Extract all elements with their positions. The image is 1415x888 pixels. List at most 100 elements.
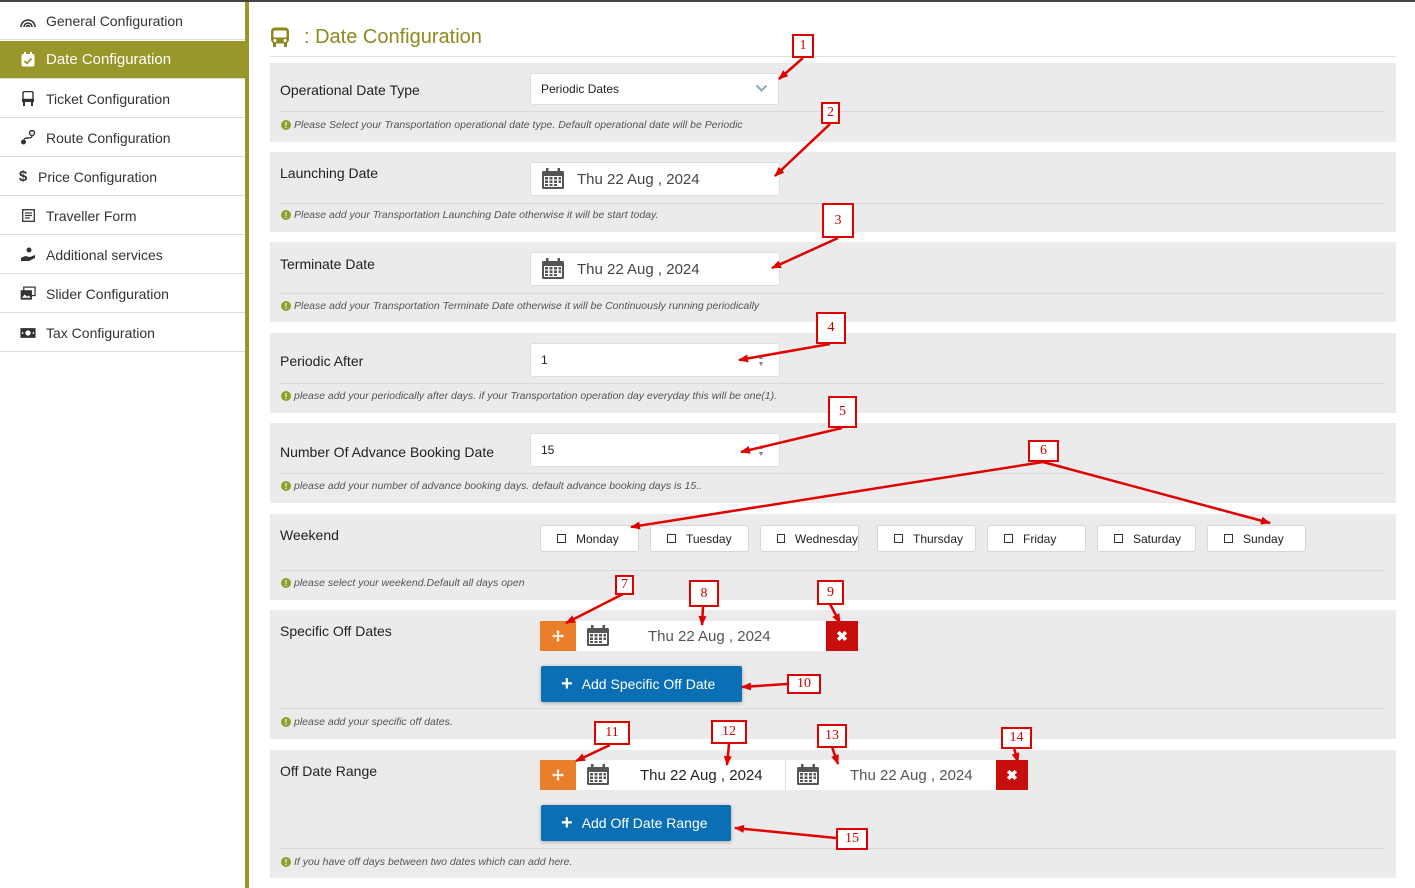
money-icon bbox=[20, 325, 36, 341]
annotation-label: 11 bbox=[594, 721, 630, 745]
checkbox[interactable] bbox=[1004, 534, 1013, 543]
dollar-icon: $ bbox=[18, 168, 28, 185]
sidebar-item-tax-configuration[interactable]: Tax Configuration bbox=[0, 314, 245, 352]
plus-icon: + bbox=[561, 673, 573, 695]
annotation-label: 15 bbox=[836, 828, 868, 850]
info-icon: ! bbox=[281, 481, 291, 491]
help-text: ! please select your weekend.Default all … bbox=[281, 577, 525, 589]
weekend-checkbox-monday[interactable]: Monday bbox=[540, 525, 639, 552]
off-date-range-row: Off Date Range Thu 22 Aug , 2024 Thu 22 … bbox=[270, 750, 1396, 878]
help-text-content: please select your weekend.Default all d… bbox=[294, 577, 525, 589]
advance-booking-input[interactable]: 15 ▲ ▼ bbox=[530, 433, 780, 467]
annotation-label: 4 bbox=[816, 312, 846, 344]
sidebar-item-route-configuration[interactable]: Route Configuration bbox=[0, 119, 245, 157]
day-label: Saturday bbox=[1133, 531, 1182, 546]
checkbox[interactable] bbox=[894, 534, 903, 543]
calendar-check-icon bbox=[20, 52, 36, 68]
weekend-checkbox-tuesday[interactable]: Tuesday bbox=[650, 525, 749, 552]
add-off-date-range-button[interactable]: + Add Off Date Range bbox=[541, 805, 731, 841]
off-range-end-value: Thu 22 Aug , 2024 bbox=[850, 766, 973, 784]
calendar-icon bbox=[797, 764, 819, 785]
launching-date-label: Launching Date bbox=[280, 165, 379, 181]
sidebar-item-general-configuration[interactable]: General Configuration bbox=[0, 2, 245, 40]
operational-date-type-select[interactable]: Periodic Dates bbox=[530, 73, 779, 105]
service-hand-icon bbox=[20, 247, 36, 263]
day-label: Monday bbox=[576, 531, 619, 546]
operational-date-type-value: Periodic Dates bbox=[541, 82, 620, 96]
checkbox[interactable] bbox=[777, 534, 785, 543]
sidebar: General Configuration Date Configuration… bbox=[0, 2, 245, 888]
info-icon: ! bbox=[281, 210, 291, 220]
annotation-label: 1 bbox=[792, 34, 814, 58]
weekend-checkbox-saturday[interactable]: Saturday bbox=[1097, 525, 1196, 552]
row-divider bbox=[280, 570, 1385, 571]
annotation-label: 12 bbox=[711, 720, 747, 744]
off-range-end-date-input[interactable]: Thu 22 Aug , 2024 bbox=[786, 760, 996, 790]
number-spinner[interactable]: ▲ ▼ bbox=[755, 354, 767, 368]
delete-button[interactable]: ✖ bbox=[826, 621, 858, 651]
sidebar-item-traveller-form[interactable]: Traveller Form bbox=[0, 197, 245, 235]
sidebar-item-price-configuration[interactable]: $ Price Configuration bbox=[0, 158, 245, 196]
help-text-content: Please add your Transportation Terminate… bbox=[294, 300, 760, 312]
help-text-content: Please add your Transportation Launching… bbox=[294, 209, 659, 221]
route-icon bbox=[20, 130, 36, 146]
calendar-icon bbox=[587, 764, 609, 785]
help-text: ! please add your specific off dates. bbox=[281, 716, 453, 728]
rainbow-icon bbox=[20, 13, 36, 29]
help-text: ! If you have off days between two dates … bbox=[281, 856, 572, 868]
terminate-date-input[interactable]: Thu 22 Aug , 2024 bbox=[530, 252, 780, 286]
sidebar-item-ticket-configuration[interactable]: Ticket Configuration bbox=[0, 80, 245, 118]
move-arrows-icon bbox=[552, 769, 564, 781]
help-text-content: If you have off days between two dates w… bbox=[294, 856, 573, 868]
checkbox[interactable] bbox=[1224, 534, 1233, 543]
help-text: ! Please add your Transportation Launchin… bbox=[281, 209, 658, 221]
plus-icon: + bbox=[561, 812, 573, 834]
help-text-content: Please Select your Transportation operat… bbox=[294, 119, 743, 131]
add-specific-off-date-button[interactable]: + Add Specific Off Date bbox=[541, 666, 742, 702]
annotation-label: 13 bbox=[817, 724, 847, 748]
periodic-after-input[interactable]: 1 ▲ ▼ bbox=[530, 343, 780, 377]
annotation-label: 6 bbox=[1028, 440, 1059, 462]
weekend-checkbox-sunday[interactable]: Sunday bbox=[1207, 525, 1306, 552]
checkbox[interactable] bbox=[557, 534, 566, 543]
info-icon: ! bbox=[281, 301, 291, 311]
info-icon: ! bbox=[281, 120, 291, 130]
sidebar-item-date-configuration[interactable]: Date Configuration bbox=[0, 41, 245, 79]
sidebar-item-slider-configuration[interactable]: Slider Configuration bbox=[0, 275, 245, 313]
day-label: Wednesday bbox=[794, 531, 858, 546]
drag-handle-button[interactable] bbox=[540, 621, 576, 651]
number-spinner[interactable]: ▲ ▼ bbox=[755, 444, 767, 458]
day-label: Thursday bbox=[913, 531, 964, 546]
checkbox[interactable] bbox=[667, 534, 676, 543]
help-text: ! please add your number of advance booki… bbox=[281, 480, 702, 492]
annotation-label: 8 bbox=[689, 580, 719, 607]
move-arrows-icon bbox=[552, 630, 564, 642]
advance-booking-value: 15 bbox=[541, 443, 555, 457]
delete-button[interactable]: ✖ bbox=[996, 760, 1028, 790]
page-title: : Date Configuration bbox=[270, 26, 482, 49]
help-text: ! please add your periodically after days… bbox=[281, 390, 777, 402]
advance-booking-label: Number Of Advance Booking Date bbox=[280, 444, 495, 460]
sidebar-item-label: General Configuration bbox=[46, 12, 183, 29]
launching-date-input[interactable]: Thu 22 Aug , 2024 bbox=[530, 162, 780, 196]
weekend-checkbox-friday[interactable]: Friday bbox=[987, 525, 1086, 552]
off-range-start-value: Thu 22 Aug , 2024 bbox=[640, 766, 763, 784]
row-divider bbox=[280, 473, 1385, 474]
button-label: Add Specific Off Date bbox=[581, 676, 716, 692]
periodic-after-label: Periodic After bbox=[280, 353, 364, 369]
drag-handle-button[interactable] bbox=[540, 760, 576, 790]
calendar-icon bbox=[542, 168, 564, 189]
images-icon bbox=[20, 286, 36, 302]
specific-off-date-input[interactable]: Thu 22 Aug , 2024 bbox=[576, 621, 826, 651]
terminate-date-label: Terminate Date bbox=[280, 256, 375, 272]
sidebar-item-label: Tax Configuration bbox=[46, 324, 155, 341]
launching-date-value: Thu 22 Aug , 2024 bbox=[577, 170, 700, 188]
sidebar-item-additional-services[interactable]: Additional services bbox=[0, 236, 245, 274]
weekend-checkbox-thursday[interactable]: Thursday bbox=[877, 525, 976, 552]
checkbox[interactable] bbox=[1114, 534, 1123, 543]
terminate-date-row: Terminate Date Thu 22 Aug , 2024 ! Please… bbox=[270, 242, 1396, 322]
help-text-content: please add your periodically after days.… bbox=[294, 390, 778, 402]
off-range-start-date-input[interactable]: Thu 22 Aug , 2024 bbox=[576, 760, 786, 790]
weekend-checkbox-wednesday[interactable]: Wednesday bbox=[760, 525, 859, 552]
chevron-down-icon bbox=[755, 84, 768, 93]
